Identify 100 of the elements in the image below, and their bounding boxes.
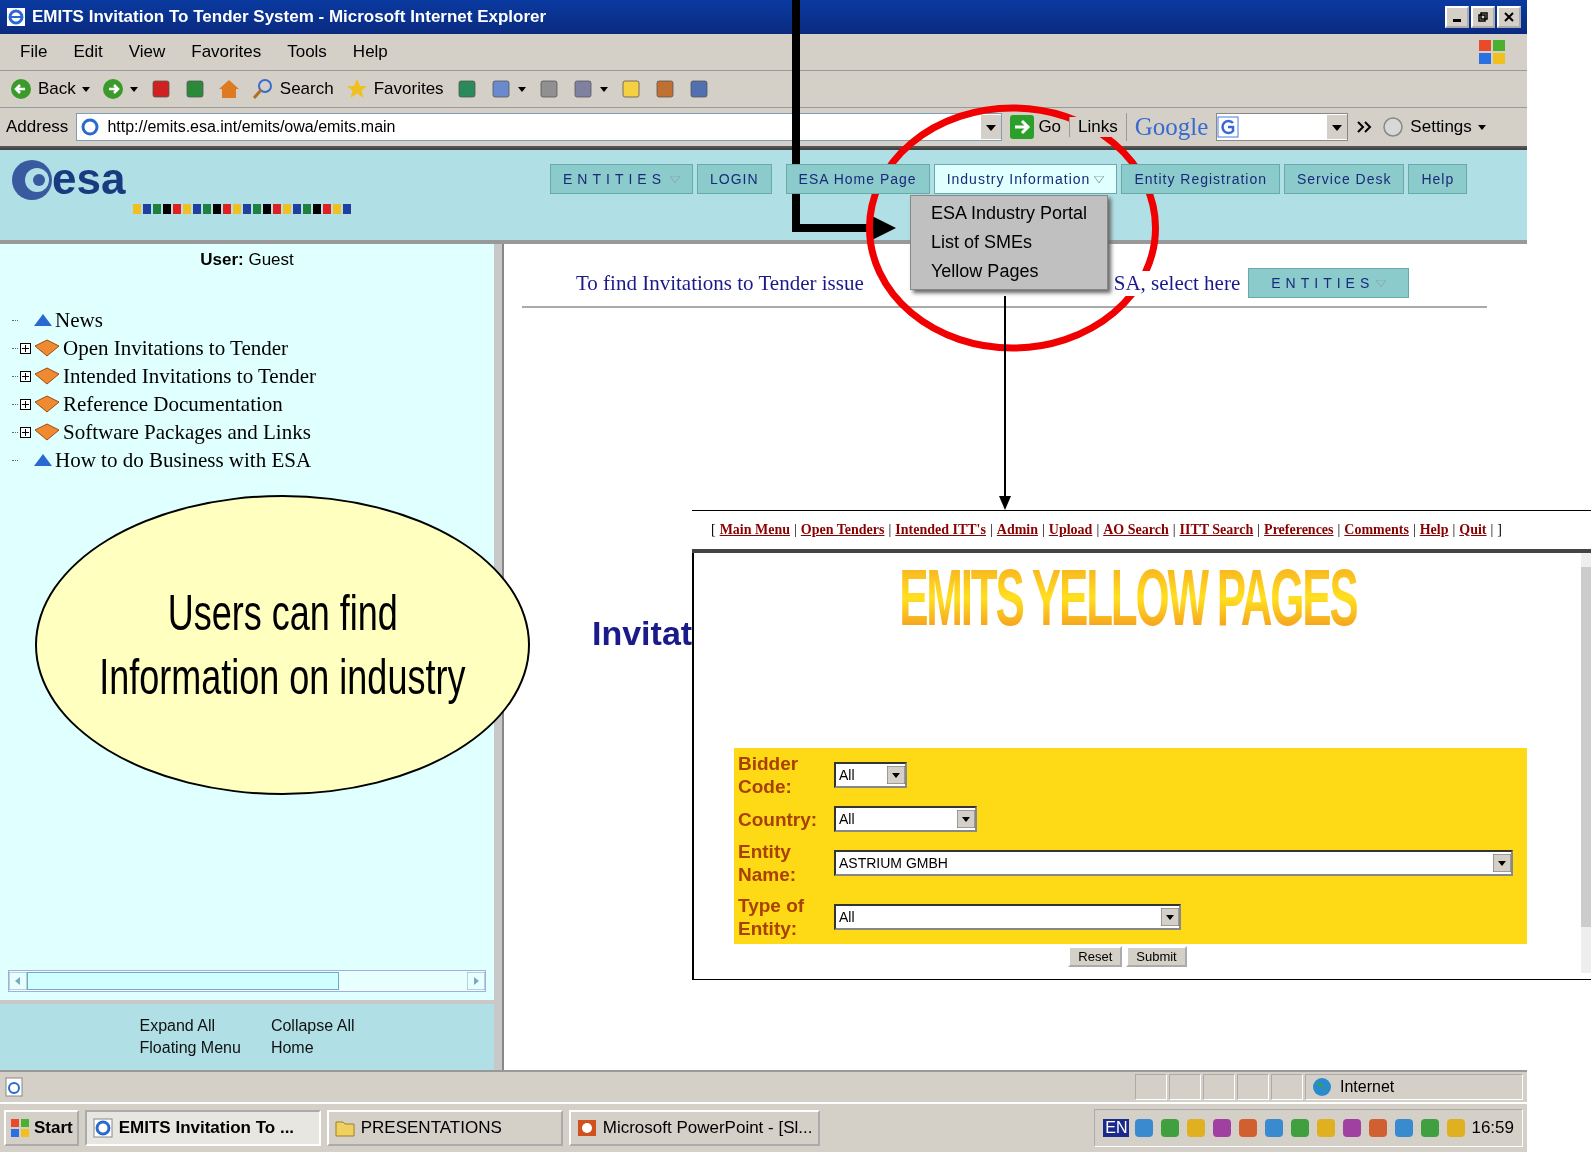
nav-link[interactable]: Preferences (1264, 522, 1334, 538)
scroll-left-icon (9, 972, 27, 990)
browser-icon (92, 1118, 113, 1138)
toolbar-button[interactable]: Back (8, 76, 92, 102)
nav-tab[interactable]: LOGIN (697, 164, 772, 194)
close-button[interactable] (1497, 6, 1521, 28)
callout-text: Information on industry (99, 648, 466, 707)
scroll-right-icon (467, 972, 485, 990)
expand-icon[interactable] (20, 426, 31, 438)
taskbar-button[interactable]: EMITS Invitation To ... (84, 1110, 321, 1146)
nav-tab[interactable]: Help (1408, 164, 1468, 194)
dropdown-arrow-icon (1493, 854, 1511, 872)
menu-item[interactable]: View (128, 42, 166, 62)
intro-text: SA, select here (1113, 270, 1241, 296)
footer-link[interactable]: Home (270, 1039, 355, 1057)
nav-tab[interactable]: Entity Registration (1121, 164, 1280, 194)
menu-item[interactable]: Help (352, 42, 388, 62)
nav-tab[interactable]: ESA Home Page (785, 164, 930, 194)
menu-item[interactable]: ESA Industry Portal (911, 199, 1107, 228)
nav-link[interactable]: Intended ITT's (895, 522, 986, 538)
bracket: ] (1497, 522, 1502, 538)
menu-item[interactable]: List of SMEs (911, 228, 1107, 257)
field-label: Country: (738, 807, 819, 831)
separator: | (1172, 522, 1176, 538)
nav-link[interactable]: IITT Search (1179, 522, 1254, 538)
back-icon (10, 78, 32, 100)
nav-link[interactable]: AO Search (1103, 522, 1169, 538)
slides-icon (576, 1118, 597, 1138)
tree-item[interactable]: Software Packages and Links (63, 419, 311, 445)
nav-link[interactable]: Upload (1048, 522, 1093, 538)
select-field[interactable]: ASTRIUM GMBH (834, 850, 1513, 876)
field-label: Type of Entity: (738, 894, 806, 940)
window-title: EMITS Invitation To Tender System - Microsoft Internet Explorer (32, 7, 548, 27)
callout-text: Users can find (167, 584, 398, 643)
tree-item[interactable]: News (55, 307, 103, 333)
footer-link[interactable]: Collapse All (270, 1017, 355, 1035)
select-field[interactable]: All (834, 806, 977, 832)
nav-tab[interactable]: Industry Information (933, 164, 1118, 194)
status-pane (1135, 1074, 1167, 1100)
menu-item[interactable]: Tools (287, 42, 327, 62)
nav-link[interactable]: Quit (1459, 522, 1487, 538)
nav-tab[interactable]: ENTITIES (550, 164, 693, 194)
select-field[interactable]: All (834, 762, 907, 788)
nav-link[interactable]: Admin (996, 522, 1038, 538)
home-icon (217, 78, 240, 100)
taskbar-button[interactable]: PRESENTATIONS (326, 1110, 563, 1146)
globe-icon (1312, 1077, 1332, 1097)
tree-item[interactable]: Reference Documentation (63, 391, 283, 417)
links-label[interactable]: Links (1069, 117, 1118, 137)
nav-link[interactable]: Main Menu (719, 522, 791, 538)
forward-icon (101, 78, 124, 100)
nav-link[interactable]: Open Tenders (800, 522, 885, 538)
tree-item[interactable]: Open Invitations to Tender (63, 335, 288, 361)
taskbar-button[interactable]: Microsoft PowerPoint - [Sl... (568, 1110, 821, 1146)
separator: | (888, 522, 892, 538)
dropdown-arrow-icon (957, 810, 975, 828)
expand-icon[interactable] (20, 398, 31, 410)
expand-icon[interactable] (20, 370, 31, 382)
separator: | (1452, 522, 1456, 538)
form-button[interactable]: Submit (1126, 946, 1187, 967)
minimize-button[interactable] (1445, 6, 1469, 28)
menu-item[interactable]: Favorites (191, 42, 262, 62)
toolbar-button[interactable]: Favorites (343, 76, 446, 102)
footer-link[interactable]: Floating Menu (139, 1039, 241, 1057)
footer-link[interactable]: Expand All (139, 1017, 241, 1035)
menu-item[interactable]: Edit (73, 42, 103, 62)
toolbar-button[interactable]: Search (249, 76, 336, 102)
address-field[interactable]: http://emits.esa.int/emits/owa/emits.main (76, 113, 1003, 141)
folder-icon (334, 1119, 355, 1137)
vertical-scrollbar[interactable] (1581, 553, 1591, 973)
language-indicator[interactable]: EN (1103, 1119, 1130, 1137)
settings-button[interactable]: Settings (1382, 116, 1486, 138)
search-field[interactable] (1216, 113, 1349, 141)
tree-item[interactable]: How to do Business with ESA (55, 447, 312, 473)
nav-link[interactable]: Comments (1344, 522, 1409, 538)
nav-link[interactable]: Help (1419, 522, 1449, 538)
separator: | (1042, 522, 1045, 538)
horizontal-scrollbar[interactable] (8, 970, 486, 992)
expand-icon[interactable] (20, 342, 31, 354)
menu-item[interactable]: File (20, 42, 48, 62)
zone-label: Internet (1340, 1078, 1395, 1096)
minimize-icon (1453, 18, 1461, 22)
menu-item[interactable]: Yellow Pages (911, 257, 1107, 286)
star-icon (345, 78, 368, 100)
note-icon (619, 78, 642, 100)
triangle-icon (33, 453, 53, 467)
status-pane (1169, 1074, 1201, 1100)
select-field[interactable]: All (834, 904, 1181, 930)
nav-tab[interactable]: Service Desk (1284, 164, 1405, 194)
separator: | (1257, 522, 1261, 538)
tree-item[interactable]: Intended Invitations to Tender (63, 363, 316, 389)
google-logo: Google (1125, 113, 1209, 141)
start-button[interactable]: Start (4, 1110, 79, 1146)
go-button[interactable]: Go (1010, 115, 1062, 139)
form-button[interactable]: Reset (1068, 946, 1123, 967)
page-heading: Invitat (592, 614, 694, 653)
entities-button[interactable]: ENTITIES (1248, 268, 1410, 298)
dropdown-arrow-icon (1161, 908, 1179, 926)
circle-icon (1382, 116, 1405, 138)
restore-button[interactable] (1471, 6, 1495, 28)
